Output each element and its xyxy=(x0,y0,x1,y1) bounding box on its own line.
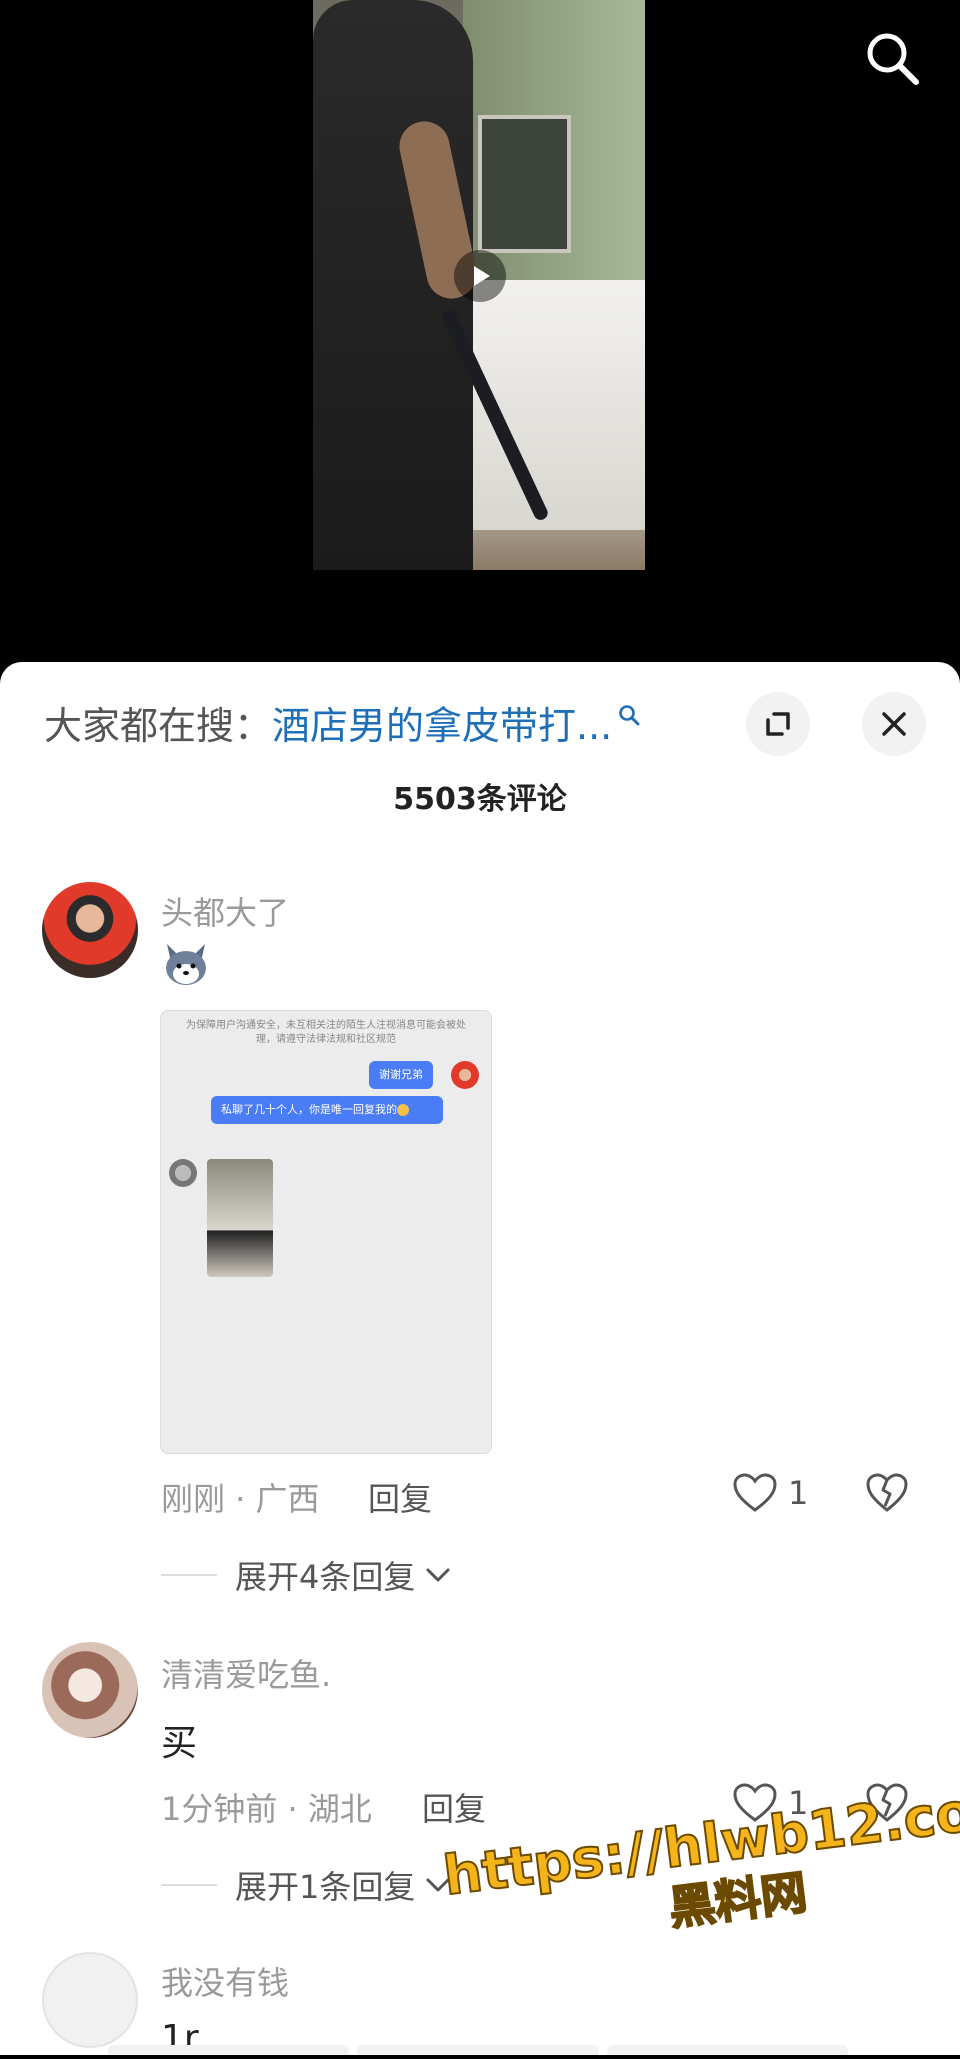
bottom-card xyxy=(357,2045,599,2055)
close-button[interactable] xyxy=(862,692,926,756)
image-chat-bubble-text: 私聊了几十个人，你是唯一回复我的 xyxy=(221,1103,397,1116)
heart-icon xyxy=(733,1473,777,1512)
image-chat-bubble: 私聊了几十个人，你是唯一回复我的 xyxy=(211,1096,443,1124)
bottom-card xyxy=(108,2045,350,2055)
search-icon[interactable] xyxy=(862,28,922,88)
image-chat-avatar xyxy=(169,1159,197,1187)
image-chat-avatar xyxy=(451,1061,479,1089)
expand-replies-label: 展开4条回复 xyxy=(235,1558,416,1596)
comment-meta: 1分钟前 · 湖北 xyxy=(161,1790,372,1828)
like-count: 1 xyxy=(788,1474,809,1512)
like-button[interactable]: 1 xyxy=(732,1472,808,1514)
expand-replies-label: 展开1条回复 xyxy=(235,1868,416,1906)
image-chat-bubble: 谢谢兄弟 xyxy=(369,1061,433,1089)
reply-button[interactable]: 回复 xyxy=(368,1474,432,1520)
comment-username[interactable]: 头都大了 xyxy=(161,888,289,934)
comment-username[interactable]: 我没有钱 xyxy=(161,1958,289,2004)
heart-icon xyxy=(733,1783,777,1822)
comment-meta: 刚刚 · 广西 xyxy=(161,1480,320,1518)
comment-image[interactable]: 为保障用户沟通安全，未互相关注的陌生人注视消息可能会被处理，请遵守法律法规和社区… xyxy=(160,1010,492,1454)
image-notice-text: 为保障用户沟通安全，未互相关注的陌生人注视消息可能会被处理，请遵守法律法规和社区… xyxy=(186,1020,466,1045)
avatar[interactable] xyxy=(42,882,138,978)
expand-button[interactable] xyxy=(746,692,810,756)
dislike-icon[interactable] xyxy=(865,1782,909,1828)
expand-icon xyxy=(766,712,790,736)
comment-count: 5503条评论 xyxy=(393,782,567,817)
hot-search-prefix: 大家都在搜： xyxy=(44,703,273,748)
bottom-card-strip xyxy=(108,2045,848,2055)
reply-button[interactable]: 回复 xyxy=(422,1784,486,1830)
divider xyxy=(161,1574,217,1576)
image-video-thumbnail xyxy=(207,1159,273,1277)
expand-replies-button[interactable]: 展开1条回复 xyxy=(161,1862,451,1908)
expand-replies-button[interactable]: 展开4条回复 xyxy=(161,1552,451,1598)
video-player[interactable] xyxy=(0,0,960,665)
hot-search-term[interactable]: 酒店男的拿皮带打... xyxy=(272,695,612,750)
avatar[interactable] xyxy=(42,1642,138,1738)
avatar[interactable] xyxy=(42,1952,138,2048)
hot-search-icon[interactable] xyxy=(618,704,640,726)
chevron-down-icon xyxy=(426,1878,450,1892)
play-icon[interactable] xyxy=(454,250,506,302)
comment-text: 买 xyxy=(161,1723,198,1764)
divider xyxy=(161,1884,217,1886)
chevron-down-icon xyxy=(426,1568,450,1582)
comment-username[interactable]: 清清爱吃鱼. xyxy=(161,1650,331,1696)
dislike-icon[interactable] xyxy=(865,1472,909,1518)
like-button[interactable]: 1 xyxy=(732,1782,808,1824)
video-scene-window xyxy=(478,115,571,253)
grin-emoji-icon xyxy=(397,1104,409,1116)
bottom-card xyxy=(606,2045,848,2055)
close-icon xyxy=(882,712,906,736)
wolf-emoji-icon xyxy=(161,940,211,990)
hot-search-bar[interactable]: 大家都在搜： 酒店男的拿皮带打... xyxy=(44,692,640,752)
like-count: 1 xyxy=(788,1784,809,1822)
